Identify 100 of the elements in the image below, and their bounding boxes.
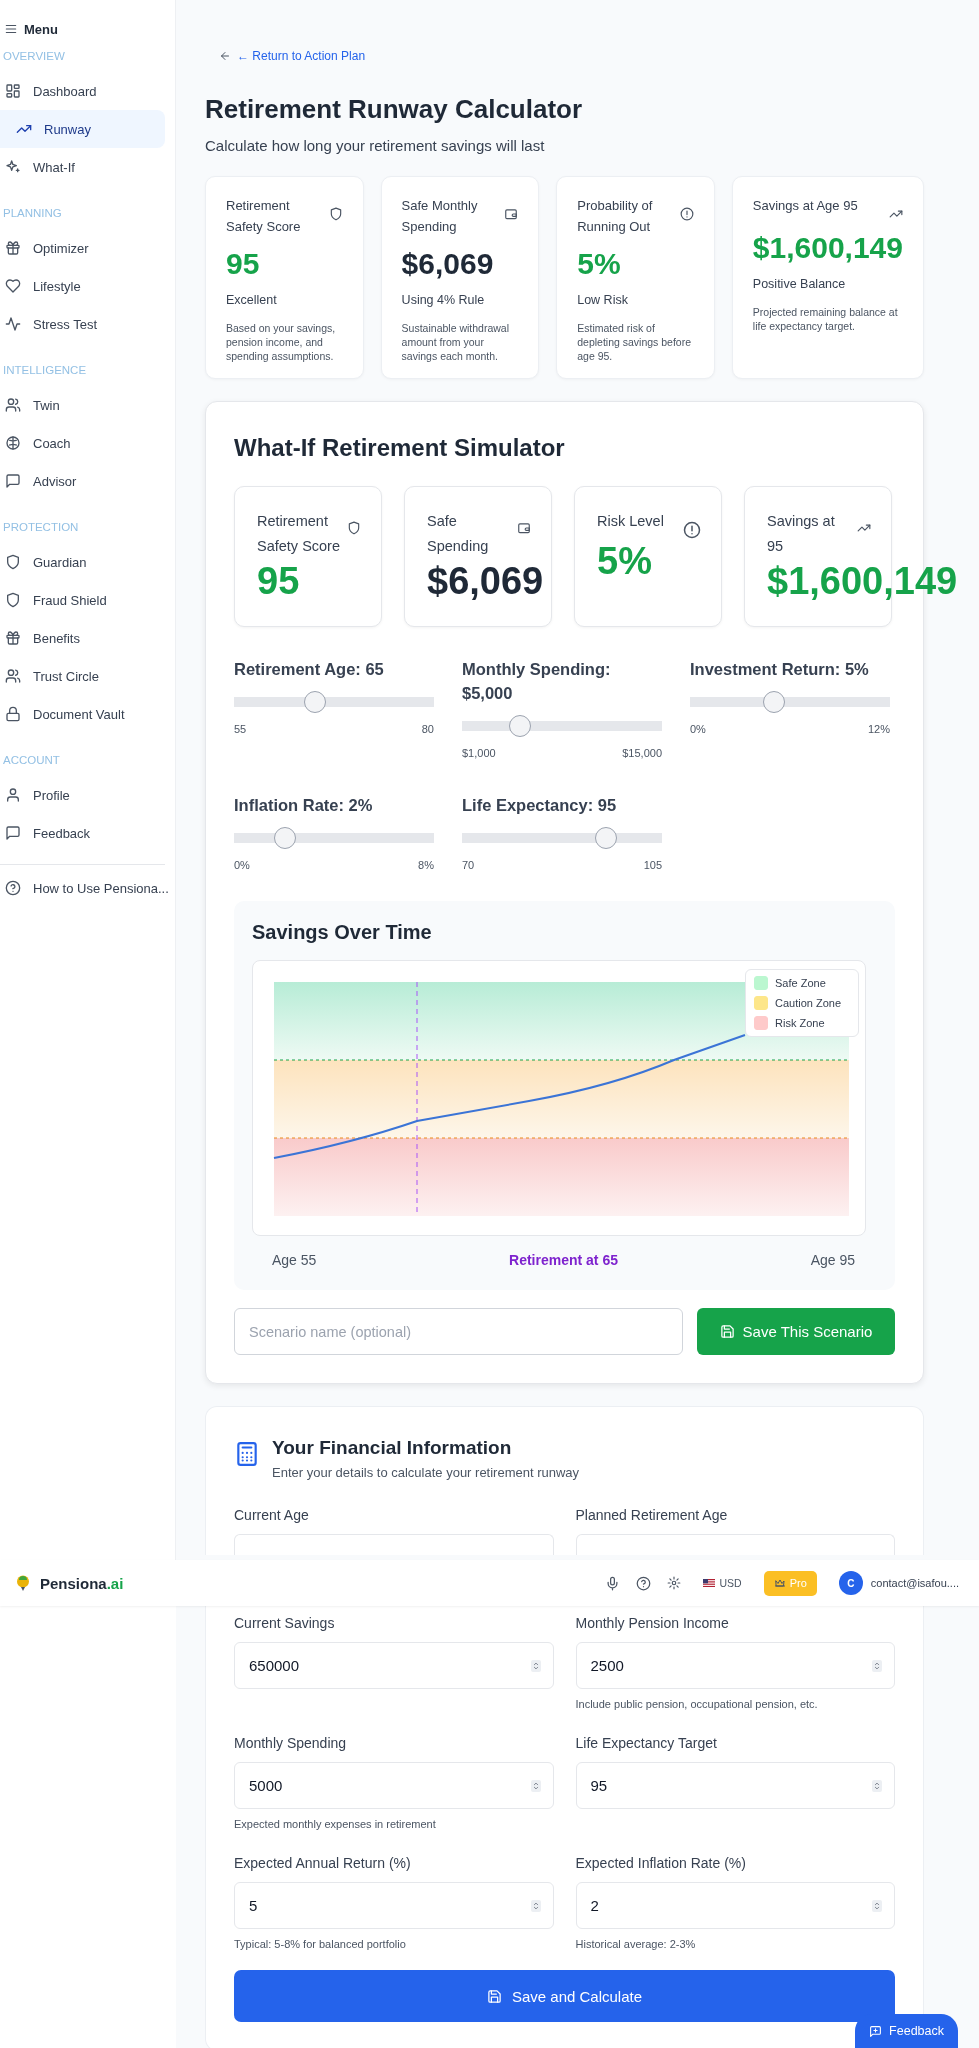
slider-max: 105 <box>643 859 662 871</box>
alert-icon <box>679 207 694 221</box>
section-title: Your Financial Information <box>272 1437 513 1459</box>
slider-max: 8% <box>418 859 434 871</box>
slider-label: Monthly Spending: $5,000 <box>462 659 612 704</box>
card-title: Savings at Age 95 <box>752 197 858 215</box>
sidebar-item[interactable]: Document Vault <box>0 695 165 733</box>
slider-max: 12% <box>867 723 890 735</box>
slider-max: 80 <box>421 723 434 735</box>
save-and-calculate-button[interactable]: Save and Calculate <box>234 1970 895 2022</box>
card-value: $1,600,149 <box>767 559 958 603</box>
card-title: Risk Level <box>597 512 664 531</box>
card-status: Using 4% Rule <box>401 293 486 307</box>
number-field[interactable]: 5 <box>234 1882 554 1929</box>
section-title: What-If Retirement Simulator <box>234 434 566 462</box>
field-label: Monthly Pension Income <box>575 1614 730 1632</box>
spinner-icon <box>530 1659 541 1672</box>
sidebar-item[interactable]: Lifestyle <box>0 267 165 305</box>
sidebar-item[interactable]: What-If <box>0 148 165 186</box>
field-label: Planned Retirement Age <box>575 1506 729 1524</box>
number-field[interactable]: 2500 <box>575 1642 895 1689</box>
sidebar-item[interactable]: Twin <box>0 386 165 424</box>
flag-icon <box>703 1579 716 1587</box>
field-label: Life Expectancy Target <box>575 1734 718 1752</box>
card-description: Based on your savings, pension income, and spending assumptions. <box>226 321 337 363</box>
menu-icon <box>4 22 18 36</box>
card-title: Savings at 95 <box>767 512 836 556</box>
calculator-icon <box>234 1441 260 1467</box>
sidebar-item[interactable]: Dashboard <box>0 72 165 110</box>
help-icon <box>5 880 21 896</box>
wallet-icon <box>517 521 531 535</box>
sidebar-item[interactable]: Fraud Shield <box>0 581 165 619</box>
slider-min: 55 <box>234 723 247 735</box>
slider-thumb[interactable] <box>304 691 326 713</box>
sidebar-item[interactable]: Trust Circle <box>0 657 165 695</box>
number-field[interactable]: 5000 <box>234 1762 554 1809</box>
number-field[interactable]: 2 <box>575 1882 895 1929</box>
slider-min: $1,000 <box>462 747 496 759</box>
sidebar-item[interactable]: Benefits <box>0 619 165 657</box>
slider-thumb[interactable] <box>763 691 786 713</box>
heart-icon <box>5 278 21 294</box>
sidebar-item[interactable]: Coach <box>0 424 165 462</box>
chat-plus-icon <box>869 2024 883 2038</box>
currency-selector[interactable]: USD <box>697 1576 748 1590</box>
logo-icon <box>16 1575 30 1591</box>
users-icon <box>5 668 21 684</box>
save-icon <box>719 1324 735 1339</box>
card-description: Projected remaining balance at life expectancy target. <box>752 305 899 333</box>
save-icon <box>486 1988 502 2004</box>
pulse-icon <box>5 316 21 332</box>
card-title: Retirement Safety Score <box>226 197 302 236</box>
retirement-marker-label: Retirement at 65 <box>509 1252 618 1268</box>
avatar: C <box>838 1571 863 1595</box>
card-value: 95 <box>257 559 300 603</box>
spinner-icon <box>872 1779 882 1792</box>
slider-thumb[interactable] <box>594 827 617 849</box>
section-heading: ACCOUNT <box>3 753 61 768</box>
card-status: Positive Balance <box>752 277 847 291</box>
card-description: Sustainable withdrawal amount from your savings each month. <box>401 321 510 363</box>
number-field[interactable]: 95 <box>575 1762 895 1809</box>
sidebar-item[interactable]: Advisor <box>0 462 165 500</box>
sidebar-item[interactable]: Optimizer <box>0 229 165 267</box>
sparkle-icon <box>5 159 21 175</box>
slider-min: 0% <box>690 723 706 735</box>
field-label: Monthly Spending <box>234 1734 348 1752</box>
users-icon <box>5 397 21 413</box>
card-value: 95 <box>226 247 260 281</box>
slider-thumb[interactable] <box>274 827 296 849</box>
card-title: Safe Monthly Spending <box>401 197 479 236</box>
sidebar-item[interactable]: Profile <box>0 776 165 814</box>
sidebar-item[interactable]: Stress Test <box>0 305 165 343</box>
sidebar-item[interactable]: Feedback <box>0 814 165 852</box>
card-title: Retirement Safety Score <box>257 512 341 556</box>
wallet-icon <box>504 207 519 221</box>
number-field[interactable]: 650000 <box>234 1642 554 1689</box>
section-heading: OVERVIEW <box>3 49 66 64</box>
number-field[interactable] <box>575 1534 895 1555</box>
sidebar-item[interactable]: Runway <box>0 110 165 148</box>
account-menu[interactable]: C contact@isafou.... <box>832 1570 965 1596</box>
card-value: $6,069 <box>427 559 544 603</box>
feedback-button[interactable]: Feedback <box>855 2014 958 2048</box>
slider-thumb[interactable] <box>509 715 532 737</box>
field-hint: Typical: 5-8% for balanced portfolio <box>234 1937 407 1951</box>
slider-label: Life Expectancy: 95 <box>462 795 618 816</box>
crown-icon <box>773 1577 786 1589</box>
card-description: Estimated risk of depleting savings before age 95. <box>577 321 693 363</box>
section-subtitle: Enter your details to calculate your retirement runway <box>272 1465 580 1480</box>
arrow-left-icon <box>219 50 231 62</box>
axis-label: Age 55 <box>272 1252 317 1268</box>
gift-icon <box>5 240 21 256</box>
user-icon <box>5 787 21 803</box>
sidebar-item[interactable]: Guardian <box>0 543 165 581</box>
spinner-icon <box>530 1779 541 1792</box>
back-link[interactable]: ← Return to Action Plan <box>219 49 366 63</box>
scenario-name-field[interactable]: Scenario name (optional) <box>234 1308 683 1355</box>
slider-min: 0% <box>234 859 250 871</box>
card-value: 5% <box>577 247 621 281</box>
shield-icon <box>328 207 343 221</box>
number-field[interactable] <box>234 1534 554 1555</box>
field-label: Expected Annual Return (%) <box>234 1854 412 1872</box>
